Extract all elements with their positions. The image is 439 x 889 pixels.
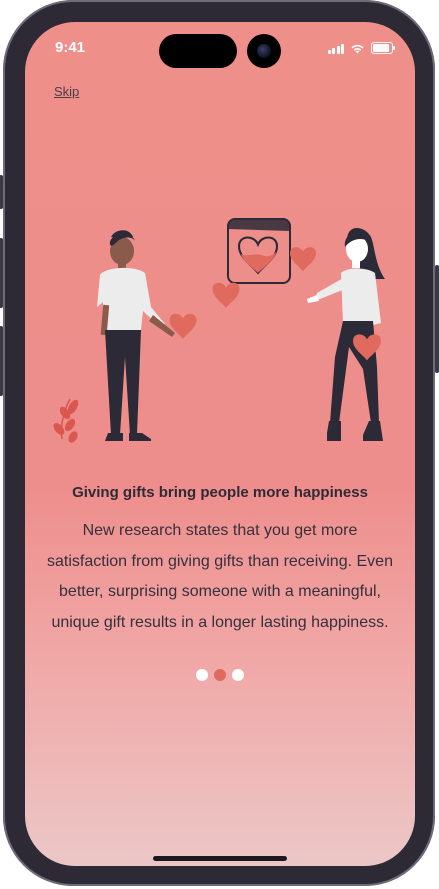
volume-down-button xyxy=(0,326,3,396)
gift-giving-illustration xyxy=(53,218,385,443)
front-camera xyxy=(247,34,281,68)
cellular-signal-icon xyxy=(327,43,344,54)
power-button xyxy=(435,265,439,373)
home-indicator[interactable] xyxy=(153,856,287,861)
onboarding-description: New research states that you get more sa… xyxy=(43,516,397,638)
description-line: unique gift results in a longer lasting … xyxy=(51,613,389,631)
page-dot-2[interactable] xyxy=(214,669,226,681)
wifi-icon xyxy=(351,44,364,53)
status-icons xyxy=(327,41,395,55)
status-time: 9:41 xyxy=(55,39,86,56)
plant-leaves xyxy=(53,398,79,443)
description-line: better, surprising someone with a meanin… xyxy=(59,583,381,600)
battery-icon xyxy=(371,42,395,54)
heart-frame xyxy=(227,218,291,284)
description-line: satisfaction from giving gifts than rece… xyxy=(47,552,393,570)
page-indicator xyxy=(25,669,415,681)
heart-icon xyxy=(169,313,197,339)
skip-link[interactable]: Skip xyxy=(54,84,79,99)
dynamic-island xyxy=(159,34,237,68)
man-figure xyxy=(97,230,175,441)
heart-icon xyxy=(212,282,240,308)
volume-up-button xyxy=(0,238,3,308)
onboarding-title: Giving gifts bring people more happiness xyxy=(72,484,368,501)
heart-icon xyxy=(290,247,316,272)
description-line: New research states that you get more xyxy=(82,522,358,539)
screen: 9:41 Skip Giving gifts bring people more… xyxy=(25,22,415,866)
action-button xyxy=(0,175,3,209)
page-dot-1[interactable] xyxy=(196,669,208,681)
page-dot-3[interactable] xyxy=(232,669,244,681)
